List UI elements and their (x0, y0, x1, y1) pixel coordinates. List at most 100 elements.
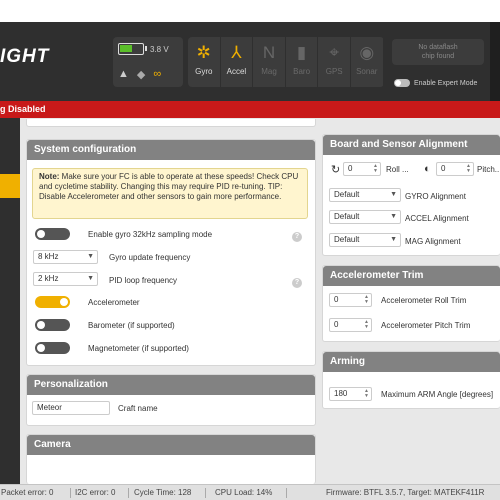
magnetometer-row (35, 342, 70, 354)
craft-name-input[interactable]: Meteor (32, 401, 110, 415)
sensor-label: Gyro (195, 67, 213, 76)
spinner-icon: ▲ ▼ (364, 294, 369, 305)
chevron-down-icon: ▼ (390, 213, 397, 220)
gyro-frequency-select[interactable]: 8 kHz ▼ (33, 250, 98, 264)
sensor-label: Accel (226, 67, 247, 76)
link-icon: ∞ (153, 68, 162, 80)
spinner-icon: ▲ ▼ (466, 163, 471, 174)
status-icons: ▲ ◆ ∞ (118, 68, 161, 81)
board-roll-value: 0 (348, 164, 353, 173)
sensor-gyro: ✲ Gyro (188, 37, 221, 87)
magnetometer-toggle[interactable] (35, 342, 70, 354)
max-arm-angle-input[interactable]: 180 ▲ ▼ (329, 387, 372, 401)
accel-roll-trim-value: 0 (334, 295, 339, 304)
warning-icon: ▲ (118, 68, 129, 80)
performance-note: Note: Make sure your FC is able to opera… (32, 168, 308, 219)
mag-alignment-value: Default (334, 235, 360, 244)
board-roll-label: Roll ... (386, 165, 409, 174)
footer-divider (70, 488, 71, 498)
help-icon[interactable]: ? (292, 232, 302, 242)
roll-rotate-icon: ↻ (331, 164, 341, 176)
firmware-status: Firmware: BTFL 3.5.7, Target: MATEKF411R (326, 488, 485, 497)
accel-pitch-trim-value: 0 (334, 320, 339, 329)
board-roll-input[interactable]: 0 ▲ ▼ (343, 162, 381, 176)
chevron-down-icon: ▼ (390, 191, 397, 198)
sensor-label: Mag (261, 67, 277, 76)
sensor-gps: ⌖ GPS (318, 37, 351, 87)
gyro-frequency-label: Gyro update frequency (109, 253, 191, 262)
gps-icon: ⌖ (329, 43, 339, 62)
board-pitch-input[interactable]: 0 ▲ ▼ (436, 162, 474, 176)
footer-divider (205, 488, 206, 498)
pid-frequency-value: 2 kHz (38, 274, 59, 283)
dataflash-status: No dataflash chip found (392, 39, 484, 65)
barometer-toggle[interactable] (35, 319, 70, 331)
accel-alignment-value: Default (334, 212, 360, 221)
board-pitch-label: Pitch... (477, 165, 500, 174)
mag-alignment-label: MAG Alignment (405, 237, 461, 246)
board-pitch-value: 0 (441, 164, 446, 173)
magnetometer-label: Magnetometer (if supported) (88, 344, 189, 353)
gyro-alignment-label: GYRO Alignment (405, 192, 466, 201)
board-alignment-title: Board and Sensor Alignment (323, 135, 500, 155)
help-icon[interactable]: ? (292, 278, 302, 288)
battery-icon (118, 43, 147, 55)
accel-pitch-trim-input[interactable]: 0 ▲ ▼ (329, 318, 372, 332)
gyro-alignment-select[interactable]: Default ▼ (329, 188, 401, 202)
i2c-error-status: I2C error: 0 (75, 488, 116, 497)
mag-alignment-select[interactable]: Default ▼ (329, 233, 401, 247)
rx-link-icon: ◆ (136, 69, 146, 81)
dataflash-line-2: chip found (421, 53, 455, 60)
header-edge (490, 22, 500, 101)
spinner-icon: ▲ ▼ (364, 319, 369, 330)
barometer-label: Barometer (if supported) (88, 321, 175, 330)
sensor-accel: ⅄ Accel (221, 37, 254, 87)
footer-divider (286, 488, 287, 498)
battery-voltage: 3.8 V (150, 45, 169, 54)
camera-panel: Camera (26, 434, 316, 484)
accelerometer-label: Accelerometer (88, 298, 140, 307)
note-text: Make sure your FC is able to operate at … (39, 172, 299, 201)
spinner-icon: ▲ ▼ (373, 163, 378, 174)
sensor-label: Sonar (356, 67, 378, 76)
barometer-row (35, 319, 70, 331)
chevron-down-icon: ▼ (390, 236, 397, 243)
sensor-status-panel: ✲ Gyro ⅄ Accel N Mag ▮ Baro ⌖ GPS ◉ Sonar (188, 37, 384, 87)
pid-frequency-select[interactable]: 2 kHz ▼ (33, 272, 98, 286)
cycle-time-status: Cycle Time: 128 (134, 488, 192, 497)
accel-pitch-trim-label: Accelerometer Pitch Trim (381, 321, 471, 330)
gyro32-label: Enable gyro 32kHz sampling mode (88, 230, 213, 239)
arming-disabled-bar: g Disabled (0, 101, 500, 118)
spinner-icon: ▲ ▼ (364, 388, 369, 399)
arming-title: Arming (323, 352, 500, 372)
gyro-icon: ✲ (196, 43, 211, 62)
note-label: Note: (39, 172, 60, 181)
sensor-label: GPS (325, 67, 343, 76)
max-arm-angle-value: 180 (334, 389, 348, 398)
window-top-strip (0, 0, 500, 22)
accel-alignment-select[interactable]: Default ▼ (329, 210, 401, 224)
personalization-title: Personalization (27, 375, 315, 395)
pid-frequency-label: PID loop frequency (109, 276, 178, 285)
sensor-baro: ▮ Baro (286, 37, 319, 87)
sensor-mag: N Mag (253, 37, 286, 87)
accel-icon: ⅄ (231, 43, 242, 62)
accel-roll-trim-input[interactable]: 0 ▲ ▼ (329, 293, 372, 307)
gyro32-row (35, 228, 70, 240)
system-config-title: System configuration (27, 140, 315, 160)
side-nav (0, 118, 20, 484)
status-footer: Packet error: 0 I2C error: 0 Cycle Time:… (0, 484, 500, 500)
accel-alignment-label: ACCEL Alignment (405, 214, 469, 223)
cpu-load-status: CPU Load: 14% (215, 488, 273, 497)
expert-mode-toggle[interactable] (394, 79, 410, 87)
gyro32-toggle[interactable] (35, 228, 70, 240)
baro-icon: ▮ (296, 43, 307, 62)
chevron-down-icon: ▼ (87, 253, 94, 260)
side-nav-active-item[interactable] (0, 174, 20, 198)
sonar-icon: ◉ (359, 43, 375, 62)
accelerometer-toggle[interactable] (35, 296, 70, 308)
expert-mode-control[interactable]: Enable Expert Mode (394, 79, 477, 87)
app-logo: IGHT (0, 46, 50, 67)
pitch-rotate-icon: ◐ (424, 163, 431, 175)
camera-title: Camera (27, 435, 315, 455)
